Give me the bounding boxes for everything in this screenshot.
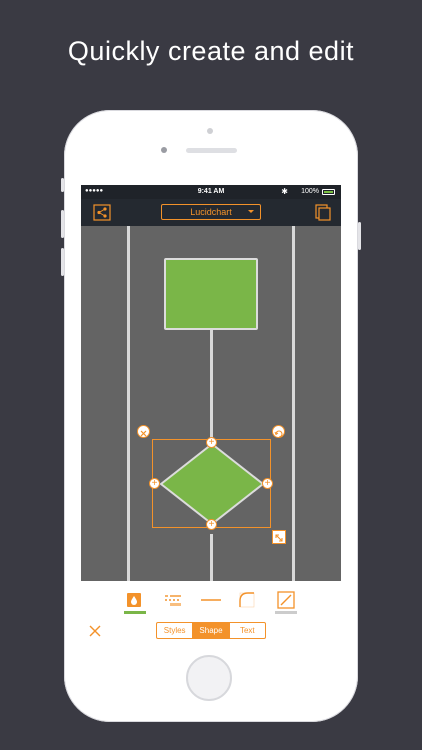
bluetooth-icon: ✱ [281, 187, 288, 196]
diagram-canvas[interactable]: + + + + [81, 226, 341, 581]
tab-styles[interactable]: Styles [157, 623, 192, 638]
app-screen: ●●●●● 9:41 AM ✱ 100% Lucidchart + + + + … [81, 185, 341, 646]
resize-icon [275, 534, 283, 542]
close-icon [140, 430, 147, 437]
stroke-color-indicator [275, 611, 297, 614]
fill-icon[interactable] [123, 589, 147, 613]
connector-line-bottom[interactable] [210, 534, 213, 581]
resize-shape-button[interactable] [272, 530, 286, 544]
close-panel-button[interactable] [89, 624, 101, 637]
line-style-icon[interactable] [161, 589, 185, 613]
share-icon[interactable] [93, 204, 111, 221]
power-button [358, 222, 361, 250]
front-camera [161, 147, 167, 153]
swimlane-divider-right [292, 226, 295, 581]
swimlane-divider-left [127, 226, 130, 581]
rotate-shape-button[interactable] [272, 425, 285, 438]
add-connector-bottom-handle[interactable]: + [206, 519, 217, 530]
shape-properties-panel: Styles Shape Text [81, 581, 341, 646]
fill-tool-active-indicator [124, 611, 146, 614]
volume-up-button [61, 210, 64, 238]
corner-icon[interactable] [236, 589, 260, 613]
add-connector-right-handle[interactable]: + [262, 478, 273, 489]
app-toolbar: Lucidchart [81, 199, 341, 226]
document-title: Lucidchart [190, 207, 232, 217]
rectangle-shape[interactable] [164, 258, 258, 330]
line-icon[interactable] [199, 589, 223, 613]
decision-diamond-shape[interactable] [159, 442, 265, 526]
phone-frame: ●●●●● 9:41 AM ✱ 100% Lucidchart + + + + … [61, 110, 361, 722]
add-connector-top-handle[interactable]: + [206, 437, 217, 448]
headline: Quickly create and edit [67, 36, 355, 66]
pages-icon[interactable] [313, 204, 331, 221]
earpiece-speaker [186, 148, 237, 153]
volume-down-button [61, 248, 64, 276]
home-button[interactable] [186, 655, 232, 701]
status-bar: ●●●●● 9:41 AM ✱ 100% [81, 185, 341, 199]
battery-percent: 100% [301, 188, 319, 195]
document-title-dropdown[interactable]: Lucidchart [161, 204, 261, 220]
sensor-dot [207, 128, 213, 134]
battery-icon [322, 189, 335, 195]
chevron-down-icon [248, 210, 254, 213]
tab-shape[interactable]: Shape [192, 623, 229, 638]
connector-line-top[interactable] [210, 330, 213, 438]
tab-text[interactable]: Text [228, 623, 265, 638]
close-icon [89, 625, 101, 637]
panel-tab-segmented-control: Styles Shape Text [156, 622, 266, 639]
stroke-icon[interactable] [274, 589, 298, 613]
add-connector-left-handle[interactable]: + [149, 478, 160, 489]
delete-shape-button[interactable] [137, 425, 150, 438]
mute-switch [61, 178, 64, 192]
rotate-icon [274, 430, 283, 438]
